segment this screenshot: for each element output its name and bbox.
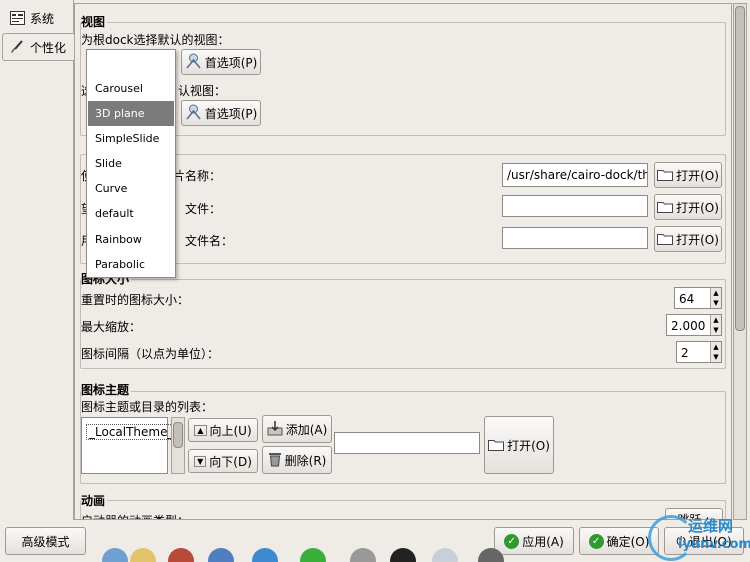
brush-icon [9, 39, 25, 55]
spinner-arrows-icon[interactable]: ▲ ▼ [710, 315, 721, 335]
dock-icon[interactable] [432, 548, 458, 562]
root-dock-label: 为根dock选择默认的视图： [81, 33, 230, 47]
dock-icon[interactable] [478, 548, 504, 562]
max-zoom-spinner[interactable]: 2.000 ▲ ▼ [666, 314, 722, 336]
open-button-label: 打开(O) [676, 232, 719, 247]
remove-button[interactable]: 删除(R) [262, 446, 332, 474]
image-row2-open-button[interactable]: 打开(O) [654, 194, 722, 220]
theme-section-title: 图标主题 [81, 381, 132, 398]
menu-item-carousel[interactable]: Carousel [88, 76, 174, 101]
add-label: 添加(A) [285, 422, 328, 437]
move-up-label: 向上(U) [209, 423, 252, 438]
watermark: 运维网 iyunv.com [648, 505, 750, 561]
spacing-spinner[interactable]: 2 ▲ ▼ [676, 341, 722, 363]
image-row1-open-button[interactable]: 打开(O) [654, 162, 722, 188]
arrow-down-icon: ▼ [194, 455, 207, 467]
folder-icon [657, 201, 674, 213]
move-down-button[interactable]: ▼ 向下(D) [188, 449, 258, 473]
trash-icon [268, 451, 282, 470]
remove-label: 删除(R) [284, 453, 327, 468]
menu-item-simpleslide[interactable]: SimpleSlide [88, 126, 174, 151]
menu-item-curve[interactable]: Curve [88, 176, 174, 201]
dock-icon[interactable] [102, 548, 128, 562]
dock-icon[interactable] [252, 548, 278, 562]
view-prefs-button-2-label: 首选项(P) [204, 106, 258, 121]
theme-path-field[interactable] [334, 432, 480, 454]
spacing-value: 2 [681, 346, 689, 360]
image-row1-field[interactable]: /usr/share/cairo-dock/the [502, 163, 648, 187]
anim-section-title: 动画 [81, 492, 108, 509]
watermark-line2: iyunv.com [678, 537, 750, 552]
max-zoom-value: 2.000 [671, 319, 706, 333]
add-icon [267, 420, 283, 439]
folder-icon [657, 169, 674, 181]
view-prefs-button-1[interactable]: 首选项(P) [181, 49, 261, 75]
prefs-icon [185, 52, 202, 72]
theme-open-button[interactable]: 打开(O) [484, 416, 554, 474]
image-row1-label: 片名称： [173, 169, 222, 183]
tab-system[interactable]: 系统 [2, 4, 70, 32]
arrow-up-icon: ▲ [194, 424, 207, 436]
main-scrollbar[interactable] [733, 3, 747, 520]
menu-item-parabolic[interactable]: Parabolic [88, 252, 174, 277]
reset-size-spinner[interactable]: 64 ▲ ▼ [674, 287, 722, 309]
spinner-arrows-icon[interactable]: ▲ ▼ [710, 342, 721, 362]
ok-label: 确定(O) [606, 534, 650, 549]
open-button-label: 打开(O) [676, 200, 719, 215]
move-up-button[interactable]: ▲ 向上(U) [188, 418, 258, 442]
image-row3-field[interactable] [502, 227, 648, 249]
view-prefs-button-1-label: 首选项(P) [204, 55, 258, 70]
menu-item-3d-plane[interactable]: 3D plane [88, 101, 174, 126]
prefs-icon [185, 103, 202, 123]
advanced-mode-label: 高级模式 [21, 534, 70, 549]
theme-list-scrollbar[interactable] [171, 417, 185, 474]
dock-icon[interactable] [168, 548, 194, 562]
move-down-label: 向下(D) [209, 454, 252, 469]
theme-list-item[interactable]: _LocalTheme_ [86, 424, 177, 440]
view-dropdown-menu: Carousel 3D plane SimpleSlide Slide Curv… [86, 49, 176, 278]
theme-list[interactable]: _LocalTheme_ [81, 417, 177, 474]
sub-dock-label: 认视图： [178, 84, 227, 98]
check-icon: ✓ [588, 533, 604, 549]
theme-open-label: 打开(O) [507, 438, 550, 453]
ok-button[interactable]: ✓ 确定(O) [579, 527, 659, 555]
folder-icon [488, 439, 505, 451]
theme-list-label: 图标主题或目录的列表： [81, 400, 214, 414]
dock-icon[interactable] [130, 548, 156, 562]
folder-icon [657, 233, 674, 245]
apply-label: 应用(A) [522, 534, 564, 549]
image-row2-field[interactable] [502, 195, 648, 217]
view-prefs-button-2[interactable]: 首选项(P) [181, 100, 261, 126]
check-icon: ✓ [504, 533, 520, 549]
spacing-label: 图标间隔（以点为单位）： [81, 347, 220, 361]
menu-item-default[interactable]: default [88, 201, 174, 226]
open-button-label: 打开(O) [676, 168, 719, 183]
image-row3-label: 文件名： [185, 234, 234, 248]
menu-item-slide[interactable]: Slide [88, 151, 174, 176]
dock-icon[interactable] [390, 548, 416, 562]
image-row3-open-button[interactable]: 打开(O) [654, 226, 722, 252]
dock-icon[interactable] [300, 548, 326, 562]
dock-strip [60, 548, 520, 562]
main-scroll-thumb[interactable] [735, 6, 745, 331]
max-zoom-label: 最大缩放： [81, 320, 142, 334]
menu-item-rainbow[interactable]: Rainbow [88, 227, 174, 252]
view-section-title: 视图 [81, 13, 108, 30]
anim-row-label: 启动器的动画类型： [81, 512, 189, 519]
image-row2-label: 文件： [185, 202, 222, 216]
tab-personalize-label: 个性化 [30, 40, 67, 55]
reset-size-value: 64 [679, 292, 695, 306]
tab-column: 系统 个性化 [0, 0, 75, 520]
reset-size-label: 重置时的图标大小： [81, 293, 190, 307]
add-button[interactable]: 添加(A) [262, 415, 332, 443]
system-icon [9, 10, 25, 26]
watermark-line1: 运维网 [688, 517, 734, 535]
tab-system-label: 系统 [30, 11, 55, 26]
theme-list-scroll-thumb[interactable] [173, 422, 183, 448]
spinner-arrows-icon[interactable]: ▲ ▼ [710, 288, 721, 308]
tab-personalize[interactable]: 个性化 [2, 33, 75, 61]
dock-icon[interactable] [208, 548, 234, 562]
dock-icon[interactable] [350, 548, 376, 562]
